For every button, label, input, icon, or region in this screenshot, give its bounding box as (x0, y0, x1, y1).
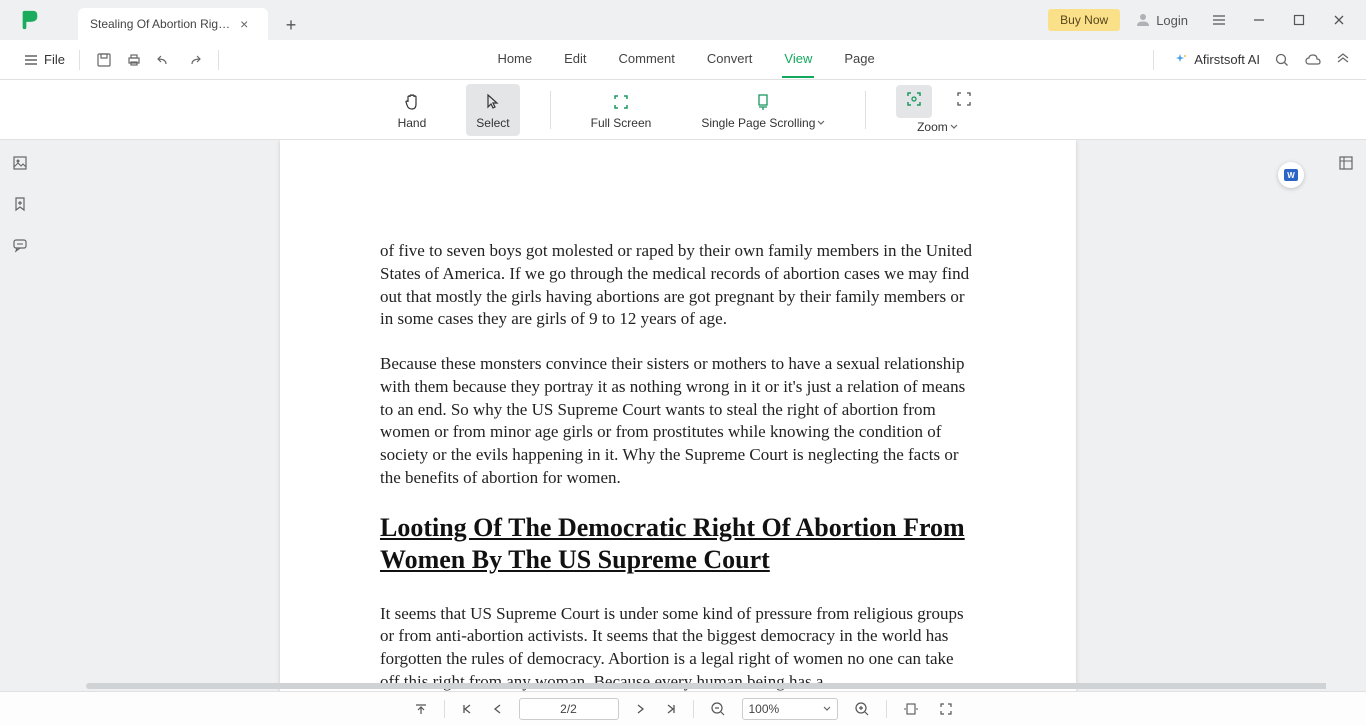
user-icon (1134, 11, 1152, 29)
fullscreen-label: Full Screen (591, 116, 652, 130)
zoom-out-button[interactable] (706, 697, 730, 721)
fit-width-button[interactable] (899, 698, 923, 720)
maximize-button[interactable] (1282, 5, 1316, 35)
buy-now-button[interactable]: Buy Now (1048, 9, 1120, 31)
close-window-button[interactable] (1322, 5, 1356, 35)
fullscreen-icon (611, 90, 631, 114)
ai-label: Afirstsoft AI (1194, 52, 1260, 67)
first-page-button[interactable] (457, 699, 477, 719)
hand-tool-button[interactable]: Hand (388, 84, 437, 136)
search-icon[interactable] (1274, 52, 1290, 68)
tab-convert[interactable]: Convert (705, 41, 755, 78)
zoom-actual-icon (954, 89, 974, 109)
app-logo (10, 9, 50, 31)
fit-page-button[interactable] (935, 698, 957, 720)
page-number-input[interactable] (519, 698, 619, 720)
zoom-fit-button[interactable] (896, 85, 932, 118)
single-page-label: Single Page Scrolling (701, 116, 815, 130)
separator (550, 91, 551, 129)
new-tab-button[interactable]: + (276, 10, 306, 40)
single-page-scrolling-button[interactable]: Single Page Scrolling (691, 84, 835, 136)
chevron-down-icon (823, 705, 831, 713)
hand-label: Hand (398, 116, 427, 130)
select-tool-button[interactable]: Select (466, 84, 519, 136)
zoom-dropdown[interactable]: Zoom (917, 120, 958, 134)
svg-text:W: W (1287, 171, 1295, 180)
zoom-actual-button[interactable] (950, 85, 978, 118)
separator (865, 91, 866, 129)
file-menu[interactable]: File (10, 50, 80, 70)
statusbar: 100% (0, 691, 1366, 725)
document-tab[interactable]: Stealing Of Abortion Rig… × (78, 8, 268, 40)
ai-button[interactable]: Afirstsoft AI (1153, 50, 1260, 70)
prev-page-button[interactable] (489, 699, 507, 719)
workspace: of five to seven boys got molested or ra… (0, 140, 1366, 691)
paragraph: Because these monsters convince their si… (380, 353, 976, 490)
menubar: File Home Edit Comment Convert View Page… (0, 40, 1366, 80)
full-screen-button[interactable]: Full Screen (581, 84, 662, 136)
login-label: Login (1156, 13, 1188, 28)
paragraph: of five to seven boys got molested or ra… (380, 240, 976, 331)
separator (693, 700, 694, 718)
save-icon[interactable] (96, 52, 112, 68)
zoom-label: Zoom (917, 120, 948, 134)
undo-icon[interactable] (156, 52, 172, 68)
next-page-button[interactable] (631, 699, 649, 719)
go-top-button[interactable] (410, 698, 432, 720)
print-icon[interactable] (126, 52, 142, 68)
properties-icon[interactable] (1337, 154, 1355, 177)
word-export-badge[interactable]: W (1278, 162, 1304, 188)
hamburger-menu-button[interactable] (1202, 5, 1236, 35)
view-toolbar: Hand Select Full Screen Single Page Scro… (0, 80, 1366, 140)
separator (886, 700, 887, 718)
collapse-ribbon-icon[interactable] (1336, 53, 1350, 67)
thumbnails-icon[interactable] (11, 154, 29, 177)
hamburger-icon (24, 54, 38, 66)
bookmark-icon[interactable] (11, 195, 29, 218)
redo-icon[interactable] (186, 52, 202, 68)
paragraph: It seems that US Supreme Court is under … (380, 603, 976, 691)
zoom-group: Zoom (896, 85, 978, 134)
tab-view[interactable]: View (782, 41, 814, 78)
document-page: of five to seven boys got molested or ra… (280, 140, 1076, 691)
zoom-value: 100% (749, 702, 780, 716)
tab-page[interactable]: Page (842, 41, 876, 78)
tab-title: Stealing Of Abortion Rig… (90, 17, 230, 31)
minimize-button[interactable] (1242, 5, 1276, 35)
horizontal-scrollbar[interactable] (80, 683, 1326, 691)
comments-icon[interactable] (11, 236, 29, 259)
tab-home[interactable]: Home (495, 41, 534, 78)
main-tabs: Home Edit Comment Convert View Page (495, 41, 876, 78)
titlebar-actions: Buy Now Login (1048, 5, 1366, 35)
select-label: Select (476, 116, 509, 130)
section-heading: Looting Of The Democratic Right Of Abort… (380, 512, 976, 577)
zoom-fit-icon (904, 89, 924, 109)
chevron-down-icon (950, 123, 958, 131)
sparkle-icon (1172, 52, 1188, 68)
titlebar: Stealing Of Abortion Rig… × + Buy Now Lo… (0, 0, 1366, 40)
separator (444, 700, 445, 718)
zoom-level-select[interactable]: 100% (742, 698, 838, 720)
zoom-in-button[interactable] (850, 697, 874, 721)
document-viewport[interactable]: of five to seven boys got molested or ra… (40, 140, 1326, 691)
tab-strip: Stealing Of Abortion Rig… × + (78, 0, 306, 40)
menubar-right: Afirstsoft AI (1153, 50, 1366, 70)
quick-access-toolbar (80, 50, 219, 70)
left-sidebar (0, 140, 40, 691)
tab-edit[interactable]: Edit (562, 41, 588, 78)
cursor-icon (483, 90, 503, 114)
right-sidebar (1326, 140, 1366, 691)
last-page-button[interactable] (661, 699, 681, 719)
close-tab-icon[interactable]: × (240, 16, 248, 32)
page-scroll-icon (753, 90, 773, 114)
chevron-down-icon (817, 119, 825, 127)
cloud-icon[interactable] (1304, 52, 1322, 68)
file-label: File (44, 52, 65, 67)
login-button[interactable]: Login (1126, 7, 1196, 33)
hand-icon (402, 90, 422, 114)
tab-comment[interactable]: Comment (617, 41, 677, 78)
